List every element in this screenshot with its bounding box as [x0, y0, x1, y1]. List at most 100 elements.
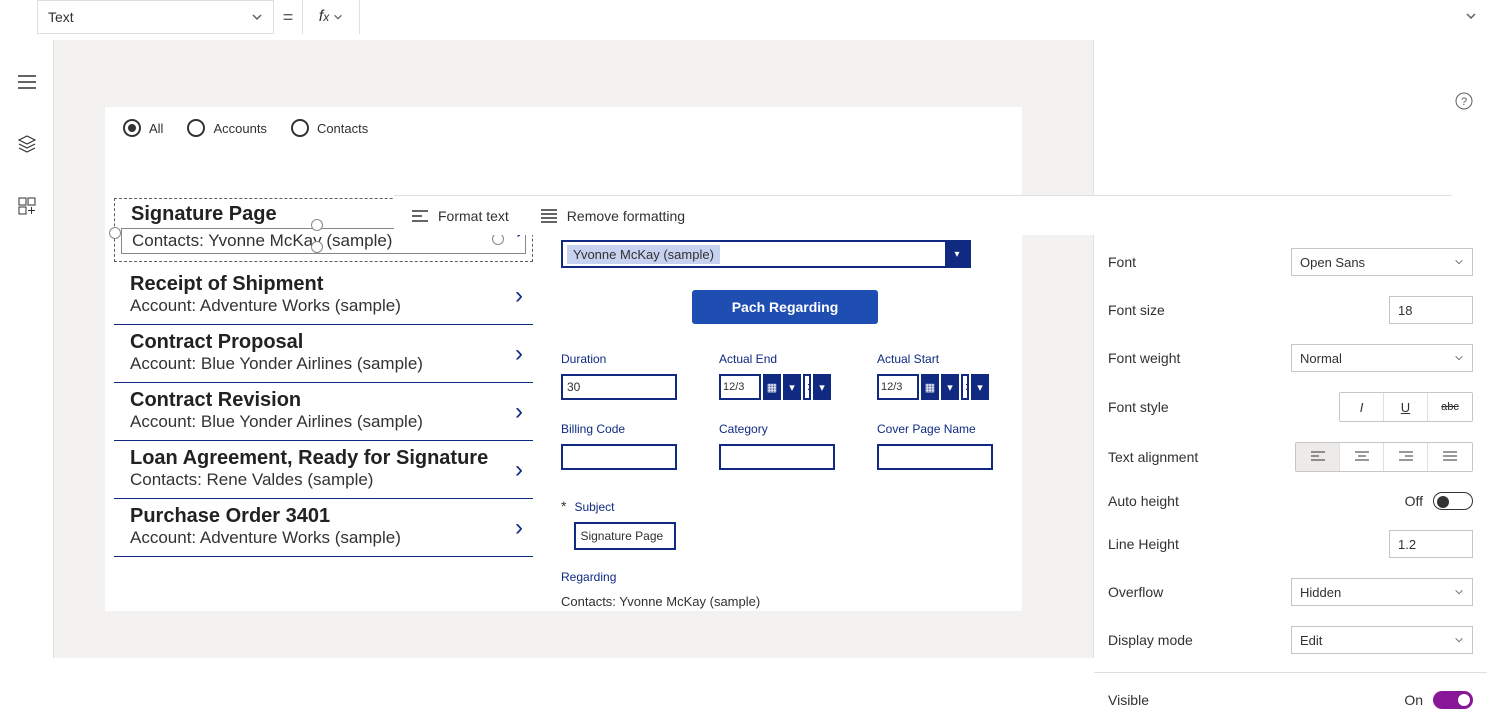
display-mode-select[interactable]: Edit: [1291, 626, 1473, 654]
filter-radio-group: All Accounts Contacts: [105, 107, 1022, 147]
item-title: Contract Proposal: [130, 331, 525, 354]
property-selector[interactable]: Text: [37, 0, 274, 34]
align-left-button[interactable]: [1296, 443, 1340, 471]
actual-end-datepicker[interactable]: 12/3 ▦ ▾ : ▾: [719, 374, 835, 400]
list-item[interactable]: Contract RevisionAccount: Blue Yonder Ai…: [114, 383, 533, 441]
strikethrough-button[interactable]: abc: [1428, 393, 1472, 421]
chevron-down-icon: [251, 11, 263, 23]
equals-label: =: [274, 0, 302, 34]
cover-page-input[interactable]: [877, 444, 993, 470]
prop-font-weight: Font weight Normal: [1094, 334, 1487, 382]
chevron-right-icon[interactable]: ›: [515, 456, 523, 484]
chevron-down-icon: [1454, 635, 1464, 645]
resize-handle[interactable]: [109, 227, 121, 239]
fields-row-2: Billing Code Category Cover Page Name: [561, 422, 1009, 470]
calendar-icon[interactable]: ▦: [921, 374, 939, 400]
font-select[interactable]: Open Sans: [1291, 248, 1473, 276]
chevron-down-icon[interactable]: ▾: [813, 374, 831, 400]
layers-icon[interactable]: [17, 134, 37, 154]
chevron-right-icon[interactable]: ›: [515, 398, 523, 426]
resize-handle[interactable]: [311, 219, 323, 231]
remove-formatting-button[interactable]: Remove formatting: [541, 208, 685, 224]
radio-all[interactable]: All: [123, 119, 163, 137]
italic-button[interactable]: I: [1340, 393, 1384, 421]
auto-height-toggle[interactable]: [1433, 492, 1473, 510]
prop-overflow: Overflow Hidden: [1094, 568, 1487, 616]
prop-auto-height: Auto height Off: [1094, 482, 1487, 520]
field-label: Category: [719, 422, 835, 436]
fx-button[interactable]: fx: [302, 0, 360, 34]
item-title: Receipt of Shipment: [130, 273, 525, 296]
subject-input[interactable]: Signature Page: [574, 522, 676, 550]
font-size-input[interactable]: 18: [1389, 296, 1473, 324]
prop-display-mode: Display mode Edit: [1094, 616, 1487, 664]
calendar-icon[interactable]: ▦: [763, 374, 781, 400]
field-label: Cover Page Name: [877, 422, 993, 436]
detail-form: Yvonne McKay (sample) ▾ Pach Regarding D…: [561, 240, 1009, 609]
combobox-selected-value: Yvonne McKay (sample): [567, 245, 720, 264]
hamburger-icon[interactable]: [17, 72, 37, 92]
radio-contacts[interactable]: Contacts: [291, 119, 368, 137]
list-item[interactable]: Loan Agreement, Ready for SignatureConta…: [114, 441, 533, 499]
list-item[interactable]: Receipt of ShipmentAccount: Adventure Wo…: [114, 267, 533, 325]
align-center-button[interactable]: [1340, 443, 1384, 471]
visible-toggle[interactable]: [1433, 691, 1473, 709]
category-input[interactable]: [719, 444, 835, 470]
help-icon[interactable]: ?: [1455, 92, 1473, 110]
field-label: Regarding: [561, 570, 1009, 584]
chevron-down-icon: [1454, 257, 1464, 267]
chevron-right-icon[interactable]: ›: [515, 282, 523, 310]
regarding-text: Contacts: Yvonne McKay (sample): [561, 594, 1009, 609]
gallery-list: Receipt of Shipment Account: Adventure Wo…: [114, 267, 533, 557]
chevron-down-icon: [333, 12, 343, 22]
chevron-down-icon[interactable]: ▾: [783, 374, 801, 400]
prop-line-height: Line Height 1.2: [1094, 520, 1487, 568]
billing-code-input[interactable]: [561, 444, 677, 470]
chevron-down-icon[interactable]: ▾: [941, 374, 959, 400]
remove-formatting-icon: [541, 209, 557, 223]
align-right-button[interactable]: [1384, 443, 1428, 471]
prop-font: Font Open Sans: [1094, 238, 1487, 286]
item-title: Loan Agreement, Ready for Signature: [130, 447, 525, 470]
font-style-buttons: I U abc: [1339, 392, 1473, 422]
chevron-down-icon[interactable]: ▾: [945, 242, 969, 266]
format-text-button[interactable]: Format text: [412, 208, 509, 224]
properties-panel: ? Font Open Sans Font size 18 Font weigh…: [1093, 40, 1487, 658]
formula-bar: Text = fx If( IsBlank( ThisItem.Regardin…: [0, 0, 1487, 36]
line-height-input[interactable]: 1.2: [1389, 530, 1473, 558]
svg-text:?: ?: [1461, 96, 1467, 108]
patch-button[interactable]: Pach Regarding: [692, 290, 878, 324]
align-justify-button[interactable]: [1428, 443, 1472, 471]
item-subtitle: Account: Blue Yonder Airlines (sample): [130, 354, 525, 374]
resize-handle[interactable]: [311, 241, 323, 253]
regarding-field: Regarding Contacts: Yvonne McKay (sample…: [561, 570, 1009, 609]
actual-start-datepicker[interactable]: 12/3 ▦ ▾ : ▾: [877, 374, 993, 400]
align-buttons: [1295, 442, 1473, 472]
property-selector-value: Text: [48, 9, 74, 25]
format-text-icon: [412, 209, 428, 223]
item-subtitle: Account: Blue Yonder Airlines (sample): [130, 412, 525, 432]
insert-icon[interactable]: [17, 196, 37, 216]
regarding-combobox[interactable]: Yvonne McKay (sample) ▾: [561, 240, 971, 268]
item-subtitle: Account: Adventure Works (sample): [130, 528, 525, 548]
chevron-down-icon[interactable]: [1465, 10, 1477, 22]
overflow-select[interactable]: Hidden: [1291, 578, 1473, 606]
font-weight-select[interactable]: Normal: [1291, 344, 1473, 372]
chevron-down-icon: [1454, 353, 1464, 363]
underline-button[interactable]: U: [1384, 393, 1428, 421]
app-canvas: All Accounts Contacts Signature Page Con…: [105, 107, 1022, 611]
chevron-right-icon[interactable]: ›: [515, 514, 523, 542]
list-item[interactable]: Purchase Order 3401Account: Adventure Wo…: [114, 499, 533, 557]
required-star: *: [561, 500, 566, 512]
chevron-down-icon: [1454, 587, 1464, 597]
prop-visible: Visible On: [1094, 681, 1487, 719]
format-toolbar: Format text Remove formatting: [394, 195, 1452, 235]
list-item[interactable]: Contract ProposalAccount: Blue Yonder Ai…: [114, 325, 533, 383]
prop-text-align: Text alignment: [1094, 432, 1487, 482]
item-subtitle: Contacts: Yvonne McKay (sample): [132, 231, 392, 251]
chevron-right-icon[interactable]: ›: [515, 340, 523, 368]
duration-input[interactable]: 30: [561, 374, 677, 400]
chevron-down-icon[interactable]: ▾: [971, 374, 989, 400]
radio-accounts[interactable]: Accounts: [187, 119, 266, 137]
left-nav: [0, 40, 54, 658]
